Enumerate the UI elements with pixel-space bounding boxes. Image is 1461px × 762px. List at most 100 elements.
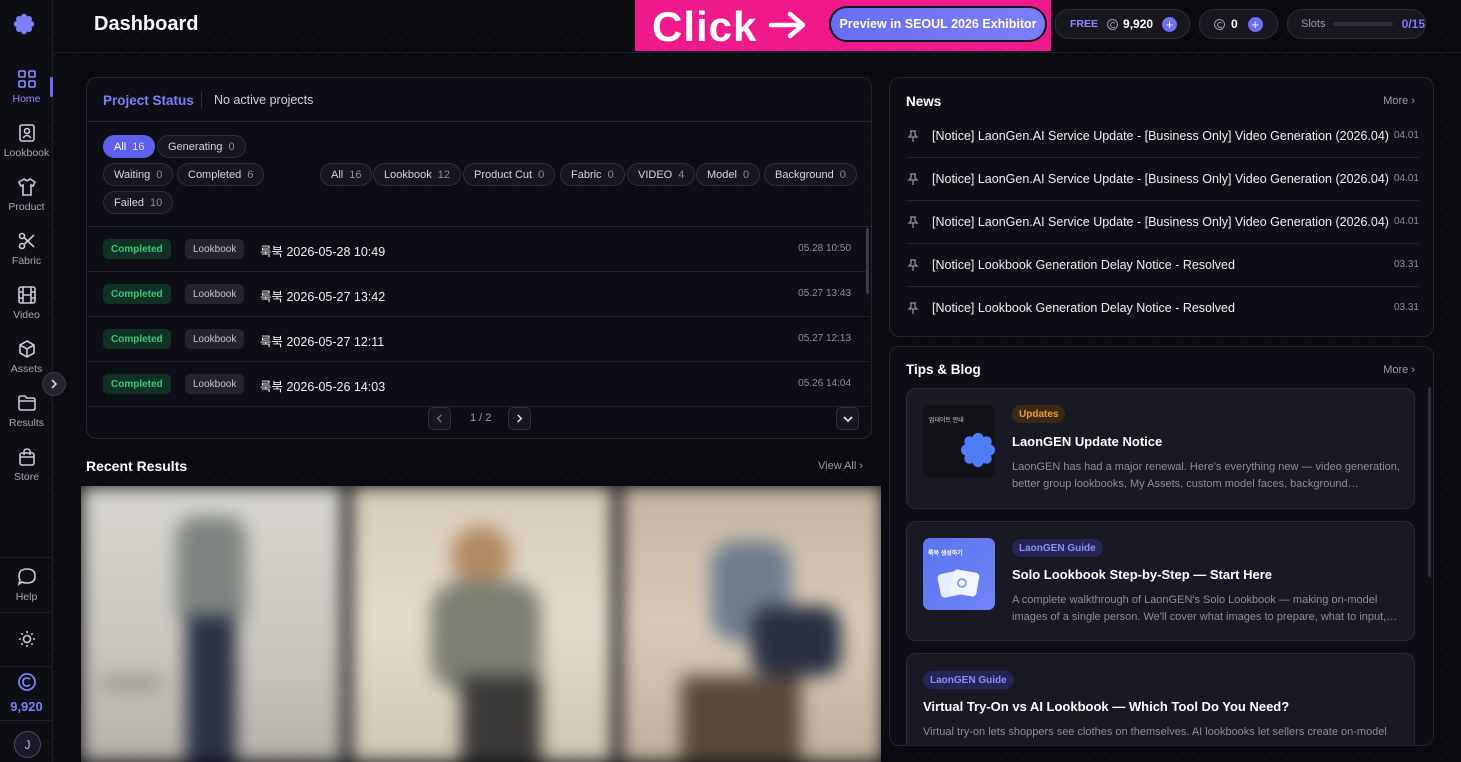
divider: [201, 92, 202, 108]
type-badge: Lookbook: [185, 239, 245, 259]
sidebar-item-lookbook[interactable]: Lookbook: [0, 116, 53, 166]
avatar[interactable]: J: [14, 731, 41, 758]
list-item[interactable]: [Notice] Lookbook Generation Delay Notic…: [906, 244, 1419, 287]
coin-icon: [1214, 18, 1225, 30]
news-more-link[interactable]: More ›: [1383, 95, 1415, 107]
photo-stack-icon: [936, 568, 980, 599]
post-title: Solo Lookbook Step-by-Step — Start Here: [1012, 567, 1273, 582]
shirt-icon: [17, 177, 36, 196]
filter-type-model[interactable]: Model 0: [696, 163, 761, 186]
sidebar-item-results[interactable]: Results: [0, 386, 53, 436]
filter-status-waiting[interactable]: Waiting 0: [103, 163, 174, 186]
plan-credits-pill[interactable]: FREE 9,920 +: [1054, 9, 1190, 39]
row-title: 룩북 2026-05-27 13:42: [260, 290, 386, 304]
prev-page-button[interactable]: [428, 407, 451, 430]
flower-logo-icon: [960, 432, 995, 468]
blog-post-card[interactable]: 룩북 생성하기 LaonGEN Guide Solo Lookbook Step…: [906, 521, 1415, 641]
post-tag: Updates: [1012, 405, 1066, 423]
chip-count: 4: [678, 168, 685, 181]
row-title: 룩북 2026-05-26 14:03: [260, 380, 386, 394]
chip-count: 16: [349, 168, 362, 181]
news-headline: [Notice] Lookbook Generation Delay Notic…: [932, 258, 1235, 272]
table-row[interactable]: Completed Lookbook 룩북 2026-05-27 12:11 0…: [87, 317, 869, 362]
sidebar-credits[interactable]: 9,920: [0, 672, 53, 714]
app-logo-icon[interactable]: [13, 13, 35, 35]
next-page-button[interactable]: [508, 407, 531, 430]
result-thumbnail[interactable]: [621, 486, 881, 762]
table-row[interactable]: Completed Lookbook 룩북 2026-05-28 10:49 0…: [87, 227, 869, 272]
filter-status-completed[interactable]: Completed 6: [177, 163, 265, 186]
chip-count: 6: [247, 168, 254, 181]
credits-value: 9,920: [1123, 17, 1154, 31]
table-row[interactable]: Completed Lookbook 룩북 2026-05-27 13:42 0…: [87, 272, 869, 317]
result-thumbnail[interactable]: [351, 486, 613, 762]
blog-post-card[interactable]: 업데이트 안내 Updates LaonGEN Update Notice La…: [906, 388, 1415, 509]
more-label: More: [1383, 95, 1409, 107]
project-status-title: Project Status: [103, 93, 194, 108]
filter-type-lookbook[interactable]: Lookbook 12: [373, 163, 461, 186]
filter-type-video[interactable]: VIDEO 4: [627, 163, 696, 186]
news-headline: [Notice] LaonGen.AI Service Update - [Bu…: [932, 172, 1389, 186]
list-item[interactable]: [Notice] Lookbook Generation Delay Notic…: [906, 287, 1419, 330]
add-credits-button[interactable]: +: [1162, 16, 1178, 32]
click-callout-text: Click: [652, 3, 758, 50]
sidebar-expand-button[interactable]: [42, 372, 66, 396]
sidebar-item-video[interactable]: Video: [0, 278, 53, 328]
row-time: 05.27 13:43: [798, 288, 851, 299]
sidebar-item-home[interactable]: Home: [0, 62, 53, 112]
project-status-subtitle: No active projects: [214, 93, 314, 107]
preview-exhibitor-button[interactable]: Preview in SEOUL 2026 Exhibitor: [829, 6, 1047, 42]
filter-status-generating[interactable]: Generating 0: [157, 135, 246, 158]
view-all-link[interactable]: View All ›: [818, 460, 863, 472]
lookbook-icon: [18, 124, 35, 142]
chip-label: Generating: [168, 140, 223, 153]
add-secondary-credits-button[interactable]: +: [1247, 16, 1263, 32]
sidebar-item-label: Product: [8, 201, 45, 213]
list-item[interactable]: [Notice] LaonGen.AI Service Update - [Bu…: [906, 158, 1419, 201]
blog-post-card[interactable]: LaonGEN Guide Virtual Try-On vs AI Lookb…: [906, 653, 1415, 745]
sidebar-item-label: Home: [12, 93, 41, 105]
table-row[interactable]: Completed Lookbook 룩북 2026-05-26 14:03 0…: [87, 362, 869, 407]
scrollbar[interactable]: [1428, 387, 1431, 577]
expand-list-button[interactable]: [836, 407, 859, 430]
pin-icon: [907, 302, 919, 314]
sidebar-item-fabric[interactable]: Fabric: [0, 224, 53, 274]
secondary-credits-value: 0: [1231, 17, 1238, 31]
list-item[interactable]: [Notice] LaonGen.AI Service Update - [Bu…: [906, 201, 1419, 244]
filter-status-failed[interactable]: Failed 10: [103, 191, 174, 214]
row-time: 05.27 12:13: [798, 333, 851, 344]
sidebar-item-product[interactable]: Product: [0, 170, 53, 220]
post-description: LaonGEN has had a major renewal. Here's …: [1012, 461, 1400, 490]
news-card: News More › [Notice] LaonGen.AI Service …: [889, 77, 1434, 337]
sidebar-item-label: Help: [15, 591, 38, 603]
filter-status-all[interactable]: All 16: [103, 135, 156, 158]
tips-more-link[interactable]: More ›: [1383, 364, 1415, 376]
view-all-label: View All: [818, 460, 857, 472]
pin-icon: [907, 216, 919, 228]
row-title: 룩북 2026-05-28 10:49: [260, 245, 386, 259]
chip-count: 0: [538, 168, 545, 181]
chip-count: 16: [132, 140, 145, 153]
thumbnail-caption: 업데이트 안내: [929, 418, 964, 424]
post-tag: LaonGEN Guide: [923, 671, 1014, 689]
result-thumbnail[interactable]: [81, 486, 343, 762]
chip-count: 0: [156, 168, 163, 181]
pin-icon: [907, 259, 919, 271]
chip-label: All: [114, 140, 127, 153]
list-item[interactable]: [Notice] LaonGen.AI Service Update - [Bu…: [906, 115, 1419, 158]
slots-progress-bar: [1333, 22, 1393, 26]
news-date: 03.31: [1393, 259, 1419, 270]
filter-type-all[interactable]: All 16: [320, 163, 373, 186]
chevron-right-icon: ›: [1411, 364, 1415, 376]
filter-type-background[interactable]: Background 0: [764, 163, 857, 186]
home-grid-icon: [17, 70, 36, 88]
scrollbar[interactable]: [866, 228, 869, 294]
sidebar-item-help[interactable]: Help: [0, 560, 53, 610]
sidebar-item-label: Video: [13, 309, 40, 321]
filter-type-product-cut[interactable]: Product Cut 0: [463, 163, 556, 186]
theme-toggle-button[interactable]: [0, 614, 53, 664]
sidebar-item-store[interactable]: Store: [0, 440, 53, 490]
status-badge: Completed: [103, 329, 171, 349]
secondary-credits-pill[interactable]: 0 +: [1199, 9, 1278, 39]
filter-type-fabric[interactable]: Fabric 0: [560, 163, 625, 186]
